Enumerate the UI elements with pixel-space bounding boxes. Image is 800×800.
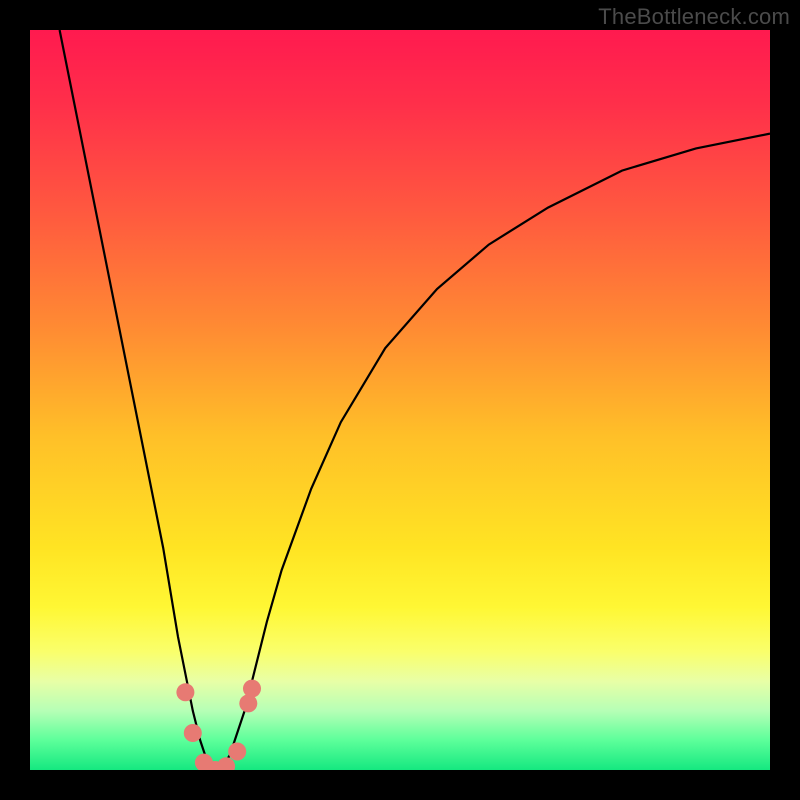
watermark-text: TheBottleneck.com [598,4,790,30]
chart-plot-area [30,30,770,770]
curve-marker [228,743,246,761]
curve-markers [176,680,261,770]
bottleneck-curve [60,30,770,770]
curve-marker [184,724,202,742]
curve-marker [176,683,194,701]
curve-marker [243,680,261,698]
outer-frame: TheBottleneck.com [0,0,800,800]
curve-marker [217,757,235,770]
bottleneck-curve-layer [30,30,770,770]
